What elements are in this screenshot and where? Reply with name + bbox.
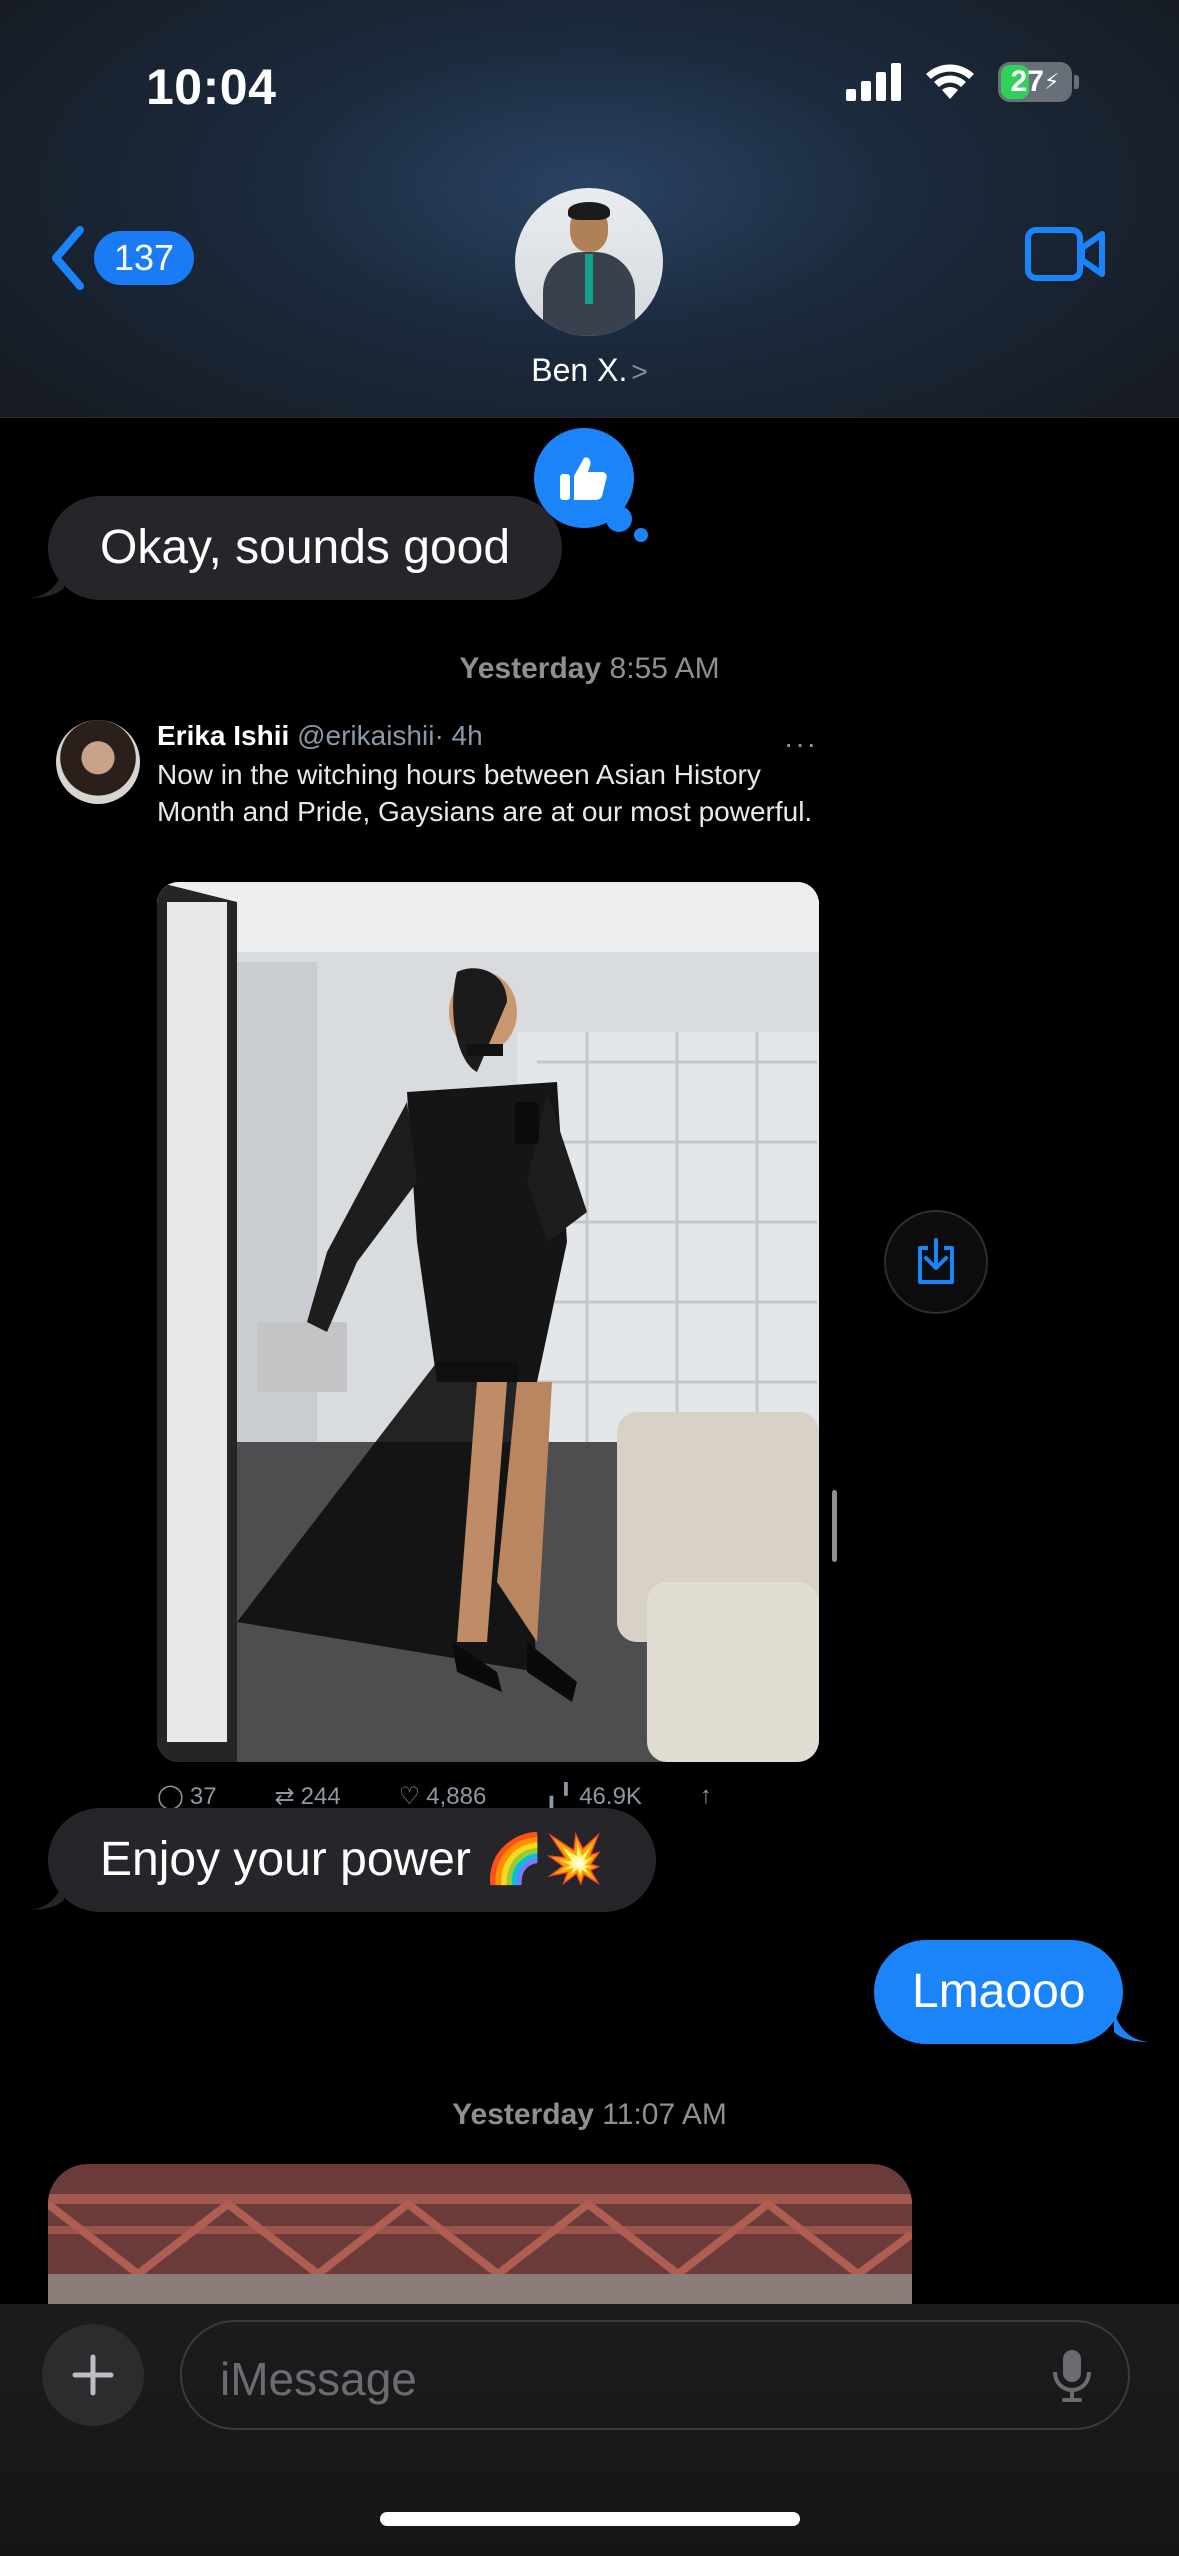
timestamp: Yesterday 8:55 AM: [459, 652, 720, 685]
wifi-icon: [926, 64, 974, 99]
outgoing-message-bubble[interactable]: Lmaooo: [874, 1940, 1124, 2044]
retweet-action[interactable]: ⇄ 244: [275, 1782, 341, 1808]
scroll-indicator[interactable]: [832, 1490, 837, 1562]
tweet-header: Erika Ishii @erikaishii· 4h: [157, 720, 483, 752]
views-action[interactable]: ╻╹ 46.9K: [544, 1782, 642, 1808]
cellular-signal-icon: [846, 63, 901, 101]
video-camera-icon: [1025, 227, 1105, 281]
bubble-tail: [30, 566, 64, 598]
message-input[interactable]: iMessage: [180, 2320, 1130, 2430]
share-icon: ↑: [699, 1782, 712, 1808]
facetime-video-button[interactable]: [1024, 224, 1108, 289]
share-action[interactable]: ↑: [700, 1782, 718, 1808]
chevron-left-icon: [52, 226, 84, 290]
tweet-age: · 4h: [434, 720, 483, 751]
message-input-placeholder: iMessage: [220, 2353, 417, 2405]
back-button[interactable]: 137: [48, 226, 195, 290]
plus-icon: [72, 2354, 114, 2396]
like-action[interactable]: ♡ 4,886: [399, 1782, 487, 1808]
microphone-icon[interactable]: [1052, 2348, 1092, 2404]
image-message[interactable]: [48, 2164, 912, 2304]
conversation-header: 10:04 27 ⚡ 137 Ben X. >: [0, 0, 1179, 418]
bubble-tail: [1114, 2010, 1148, 2042]
home-indicator[interactable]: [380, 2512, 800, 2526]
download-icon: [918, 1238, 954, 1284]
tweet-text: Now in the witching hours between Asian …: [157, 759, 813, 827]
unread-count-badge: 137: [94, 231, 195, 285]
bubble-tail: [30, 1878, 64, 1910]
status-icons: 27 ⚡: [846, 62, 1079, 102]
reaction-dot: [634, 528, 648, 542]
tweet-author-avatar: [56, 720, 140, 804]
bar-chart-icon: ╻╹: [544, 1783, 574, 1808]
tweet-actions: ◯ 37 ⇄ 244 ♡ 4,886 ╻╹ 46.9K ↑: [157, 1782, 857, 1808]
tweet-author-handle: @erikaishii: [297, 720, 435, 751]
chevron-right-icon: >: [631, 356, 648, 387]
timestamp: Yesterday 11:07 AM: [452, 2098, 727, 2131]
contact-avatar[interactable]: [515, 188, 663, 336]
tweet-photo[interactable]: [157, 882, 819, 1762]
status-time: 10:04: [146, 59, 277, 115]
thumbs-up-reaction[interactable]: [534, 428, 634, 528]
apps-plus-button[interactable]: [42, 2324, 144, 2426]
reply-icon: ◯: [157, 1783, 184, 1808]
thumbs-up-icon: [560, 457, 607, 500]
contact-name[interactable]: Ben X. >: [0, 352, 1179, 389]
photo-content: [157, 882, 819, 1762]
incoming-message-bubble[interactable]: Okay, sounds good: [48, 496, 563, 600]
incoming-message-bubble[interactable]: Enjoy your power 🌈💥: [48, 1808, 656, 1912]
reply-action[interactable]: ◯ 37: [157, 1782, 217, 1808]
save-share-button[interactable]: [884, 1210, 988, 1314]
tweet-author-name: Erika Ishii: [157, 720, 290, 751]
heart-icon: ♡: [398, 1783, 421, 1808]
image-content: [48, 2164, 912, 2304]
retweet-icon: ⇄: [274, 1783, 295, 1808]
battery-indicator: 27 ⚡: [998, 62, 1072, 102]
